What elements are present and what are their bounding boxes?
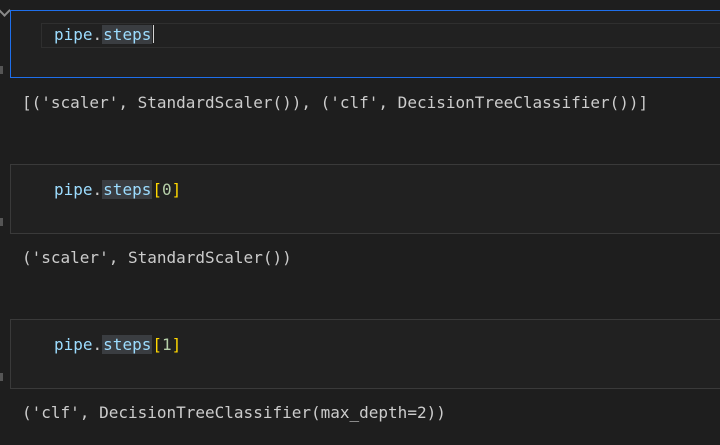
code-editor-3[interactable]: pipe.steps[1] [54, 334, 181, 356]
cell-gutter-marker [0, 66, 3, 74]
code-editor-2[interactable]: pipe.steps[0] [54, 179, 181, 201]
code-bracket-close: ] [171, 180, 182, 199]
code-cell-2[interactable]: pipe.steps[0] [10, 164, 720, 234]
code-cell-1[interactable]: pipe.steps [10, 10, 720, 78]
cell-output-2: ('scaler', StandardScaler()) [22, 248, 292, 267]
text-caret [153, 25, 155, 43]
code-editor-1[interactable]: pipe.steps [54, 24, 155, 46]
code-bracket-open: [ [152, 180, 162, 199]
code-attribute: steps [102, 25, 153, 44]
code-index: 1 [161, 335, 172, 354]
code-variable: pipe [54, 180, 93, 199]
code-dot: . [92, 180, 103, 199]
code-dot: . [92, 25, 103, 44]
cell-gutter-marker [0, 218, 3, 226]
code-dot: . [92, 335, 103, 354]
code-variable: pipe [54, 335, 93, 354]
code-attribute: steps [102, 180, 153, 199]
code-attribute: steps [102, 335, 153, 354]
code-index: 0 [161, 180, 172, 199]
code-variable: pipe [54, 25, 93, 44]
cell-gutter-marker [0, 373, 3, 381]
code-cell-3[interactable]: pipe.steps[1] [10, 319, 720, 389]
code-bracket-close: ] [171, 335, 182, 354]
code-bracket-open: [ [152, 335, 162, 354]
cell-output-1: [('scaler', StandardScaler()), ('clf', D… [22, 93, 649, 112]
cell-output-3: ('clf', DecisionTreeClassifier(max_depth… [22, 403, 446, 422]
